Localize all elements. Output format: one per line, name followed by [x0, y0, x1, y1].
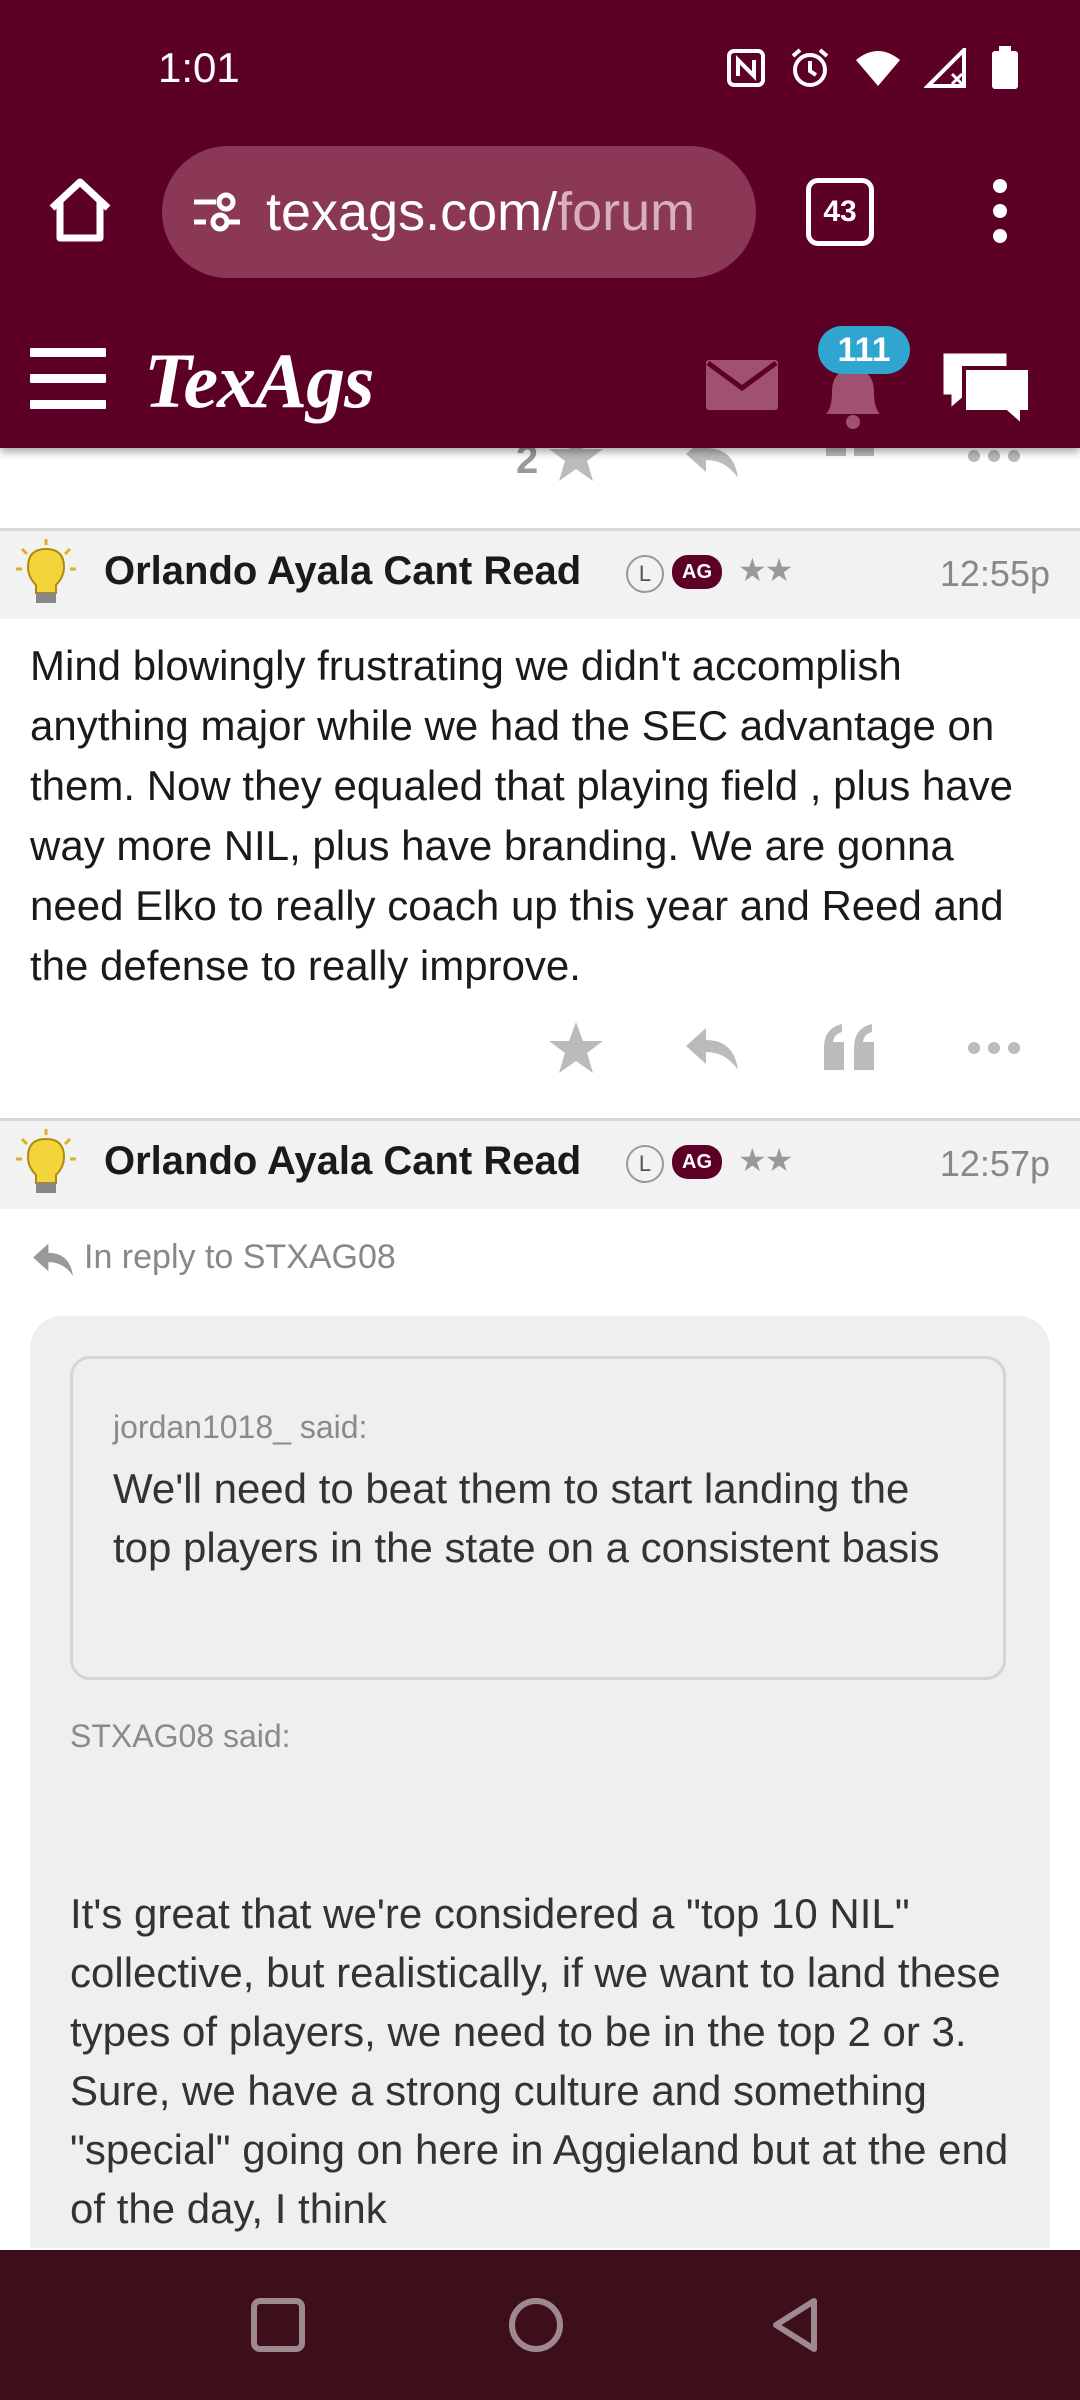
post-header: Orlando Ayala Cant Read L AG ★★ 12:55p	[0, 528, 1080, 619]
quote-author: STXAG08 said:	[70, 1718, 291, 1754]
quote-block: jordan1018_ said: We'll need to beat the…	[30, 1316, 1050, 2248]
reply-to-text: In reply to STXAG08	[84, 1238, 396, 1276]
status-icons	[726, 45, 1020, 94]
nested-quote-block: jordan1018_ said: We'll need to beat the…	[70, 1356, 1006, 1680]
reply-icon[interactable]	[682, 448, 742, 486]
tab-switcher-button[interactable]: 43	[806, 178, 874, 246]
home-icon	[49, 178, 111, 242]
back-triangle-icon[interactable]	[766, 2295, 826, 2355]
quote-text: It's great that we're considered a "top …	[70, 1890, 1009, 2232]
lightbulb-avatar-icon[interactable]	[14, 1127, 78, 1199]
site-header: TexAgs 111	[0, 326, 1080, 448]
quote-icon[interactable]	[820, 1018, 880, 1078]
battery-icon	[990, 46, 1020, 94]
reply-to-link[interactable]: In reply to STXAG08	[30, 1238, 396, 1279]
more-icon[interactable]	[964, 1018, 1024, 1078]
status-time: 1:01	[158, 44, 240, 91]
lightbulb-avatar-icon[interactable]	[14, 537, 78, 609]
badge-l: L	[626, 1145, 664, 1183]
site-logo[interactable]: TexAgs	[144, 336, 374, 426]
browser-toolbar: texags.com/forum 43	[0, 140, 1080, 330]
post-body: Mind blowingly frustrating we didn't acc…	[30, 642, 1013, 989]
more-icon[interactable]	[964, 448, 1024, 486]
user-stars: ★★	[738, 551, 793, 589]
chat-icon[interactable]	[936, 346, 1036, 431]
url-path: forum	[557, 182, 696, 242]
cell-signal-icon	[923, 45, 968, 92]
recents-square-icon[interactable]	[248, 2295, 308, 2355]
reply-icon[interactable]	[682, 1018, 742, 1078]
nested-quote-author: jordan1018_ said:	[113, 1409, 368, 1445]
badge-l: L	[626, 555, 664, 593]
user-stars: ★★	[738, 1141, 793, 1179]
post-actions	[0, 1018, 1080, 1098]
star-icon[interactable]	[546, 1018, 606, 1078]
hamburger-menu-icon[interactable]	[30, 348, 106, 410]
mail-icon[interactable]	[706, 360, 778, 410]
thread-content: 2 Orlando Ayala Cant Read L AG ★★ 12:55p…	[0, 448, 1080, 2248]
home-circle-icon[interactable]	[506, 2295, 566, 2355]
status-bar: 1:01	[0, 0, 1080, 140]
home-button[interactable]	[44, 174, 116, 246]
post-header: Orlando Ayala Cant Read L AG ★★ 12:57p	[0, 1118, 1080, 1209]
badge-ag: AG	[672, 1145, 722, 1179]
nfc-icon	[726, 48, 766, 92]
star-icon[interactable]	[546, 448, 606, 486]
post-username[interactable]: Orlando Ayala Cant Read	[104, 1139, 581, 1184]
notification-badge[interactable]: 111	[818, 326, 910, 374]
system-nav-bar	[0, 2250, 1080, 2400]
prev-star-count: 2	[516, 448, 539, 482]
alarm-icon	[788, 46, 832, 94]
post-username[interactable]: Orlando Ayala Cant Read	[104, 549, 581, 594]
url-text[interactable]: texags.com/forum	[266, 181, 695, 243]
quote-icon[interactable]	[820, 448, 880, 486]
badge-ag: AG	[672, 555, 722, 589]
post-time: 12:55p	[939, 553, 1050, 594]
prev-post-actions: 2	[0, 448, 1080, 528]
wifi-icon	[854, 48, 902, 92]
post-time: 12:57p	[939, 1143, 1050, 1184]
site-settings-icon[interactable]	[190, 186, 242, 238]
reply-icon	[33, 1243, 73, 1276]
nested-quote-text: We'll need to beat them to start landing…	[113, 1465, 940, 1571]
url-main: texags.com/	[266, 182, 558, 242]
more-vert-icon	[993, 179, 1007, 243]
address-bar[interactable]: texags.com/forum	[162, 146, 756, 278]
browser-menu-button[interactable]	[980, 176, 1020, 246]
